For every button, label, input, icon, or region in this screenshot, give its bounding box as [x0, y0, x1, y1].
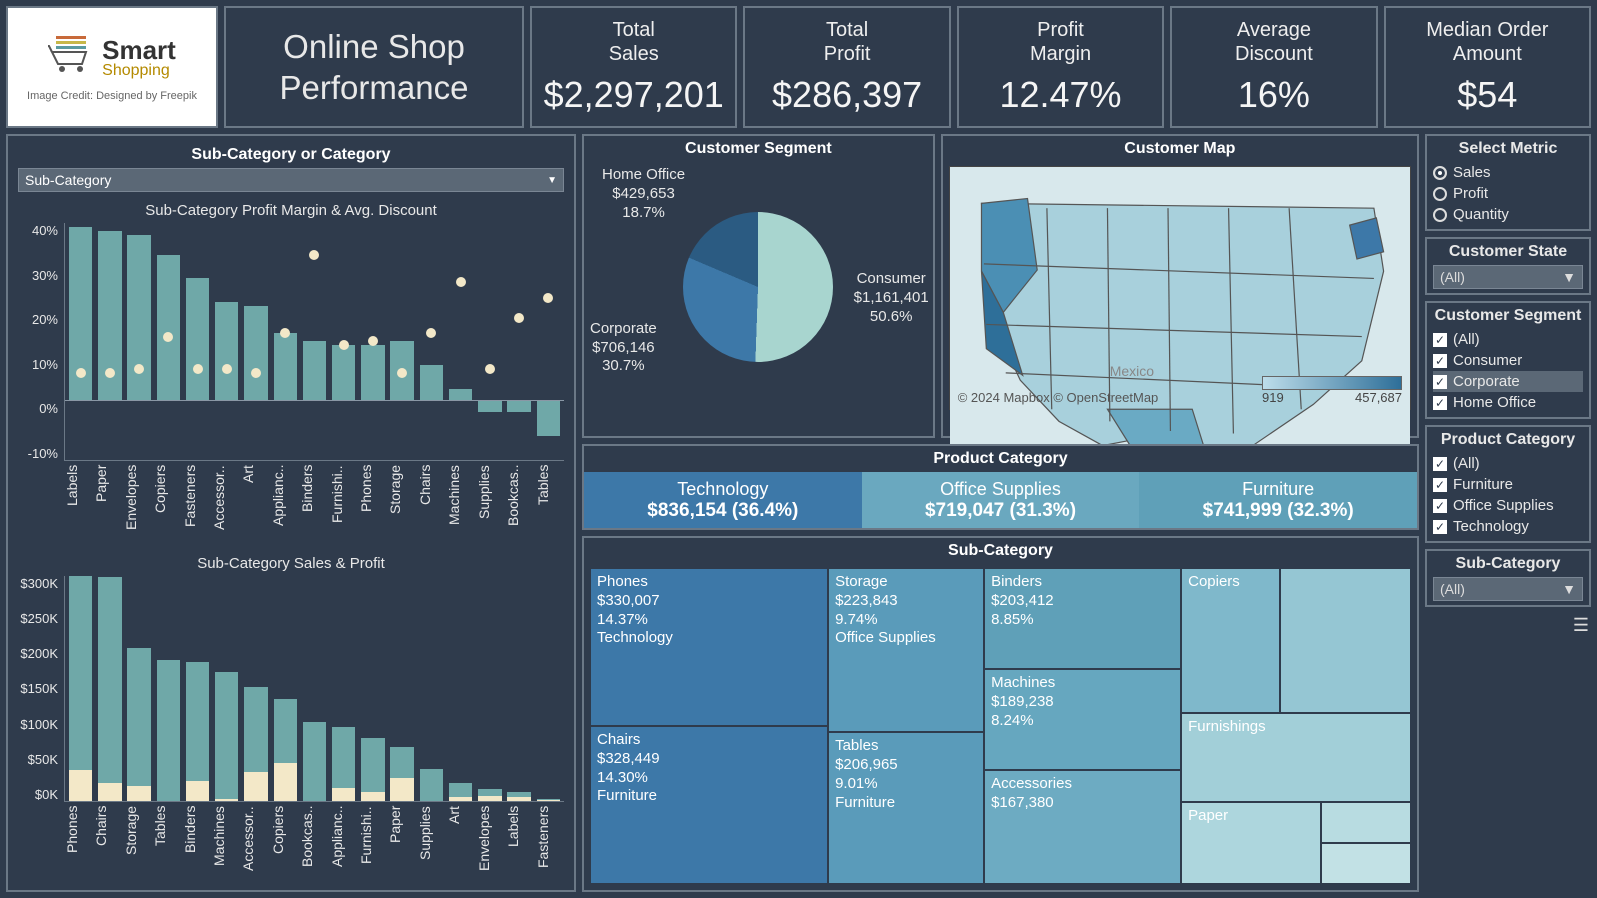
segment-option[interactable]: ✓Corporate: [1433, 371, 1583, 392]
category-option[interactable]: ✓Office Supplies: [1433, 495, 1583, 516]
subcat-treemap-panel: Sub-Category Phones$330,00714.37%Technol…: [582, 536, 1419, 892]
treemap-cell[interactable]: [1321, 843, 1411, 884]
chevron-down-icon: ▼: [547, 175, 557, 186]
treemap-cell[interactable]: Binders$203,4128.85%: [984, 568, 1181, 669]
treemap-cell[interactable]: Paper: [1181, 802, 1321, 884]
customer-map-panel: Customer Map: [941, 134, 1419, 438]
select-metric-panel: Select Metric SalesProfitQuantity: [1425, 134, 1591, 231]
prodcat-title: Product Category: [584, 446, 1417, 472]
kpi-label: Median Order Amount: [1426, 18, 1548, 66]
filter-header: Customer State: [1433, 243, 1583, 261]
kpi-value: $286,397: [772, 74, 922, 116]
kpi-value: 16%: [1238, 74, 1310, 116]
kpi-avg-discount: Average Discount 16%: [1170, 6, 1377, 128]
treemap-cell[interactable]: Chairs$328,44914.30%Furniture: [590, 726, 828, 884]
map-image[interactable]: Mexico © 2024 Mapbox © OpenStreetMap 919…: [949, 166, 1411, 410]
dashboard-title: Online Shop Performance: [226, 26, 522, 109]
logo-box: Smart Shopping Image Credit: Designed by…: [6, 6, 218, 128]
kpi-label: Total Profit: [824, 18, 871, 66]
filter-header: Select Metric: [1433, 140, 1583, 158]
pie-chart: [683, 212, 833, 362]
treemap-cell[interactable]: Tables$206,9659.01%Furniture: [828, 732, 984, 884]
metric-option[interactable]: Profit: [1433, 183, 1583, 204]
customer-segment-panel: Customer Segment Consumer $1,161,401 50.…: [582, 134, 935, 438]
brand-name-top: Smart: [102, 37, 176, 63]
dashboard-title-box: Online Shop Performance: [224, 6, 524, 128]
chart1-title: Sub-Category Profit Margin & Avg. Discou…: [18, 202, 564, 219]
customer-state-panel: Customer State (All)▼: [1425, 237, 1591, 295]
map-title: Customer Map: [943, 136, 1417, 162]
pie-label-corporate: Corporate $706,146 30.7%: [590, 320, 657, 376]
segment-option[interactable]: ✓(All): [1433, 329, 1583, 350]
chart2-title: Sub-Category Sales & Profit: [18, 555, 564, 572]
kpi-value: $2,297,201: [544, 74, 724, 116]
metric-option[interactable]: Sales: [1433, 162, 1583, 183]
customer-state-dropdown[interactable]: (All)▼: [1433, 265, 1583, 289]
pie-label-home-office: Home Office $429,653 18.7%: [602, 166, 685, 222]
filter-header: Sub-Category: [1433, 555, 1583, 573]
kpi-label: Total Sales: [609, 18, 659, 66]
chevron-down-icon: ▼: [1562, 581, 1576, 597]
hamburger-icon[interactable]: ☰: [1425, 613, 1591, 638]
tree-title: Sub-Category: [584, 538, 1417, 564]
segment-option[interactable]: ✓Consumer: [1433, 350, 1583, 371]
kpi-value: $54: [1457, 74, 1517, 116]
treemap-cell[interactable]: Machines$189,2388.24%: [984, 669, 1181, 770]
map-label-mexico: Mexico: [1110, 363, 1154, 379]
kpi-total-sales: Total Sales $2,297,201: [530, 6, 737, 128]
kpi-profit-margin: Profit Margin 12.47%: [957, 6, 1164, 128]
sales-profit-chart: $300K$250K$200K$150K$100K$50K$0K PhonesC…: [18, 576, 564, 886]
cart-icon: [48, 32, 94, 84]
treemap-cell[interactable]: Phones$330,00714.37%Technology: [590, 568, 828, 726]
map-legend: 919 457,687: [1262, 376, 1402, 405]
prodcat-cell[interactable]: Furniture$741,999 (32.3%): [1139, 472, 1417, 528]
kpi-label: Profit Margin: [1030, 18, 1091, 66]
treemap-cell[interactable]: [1280, 568, 1411, 713]
treemap-cell[interactable]: Storage$223,8439.74%Office Supplies: [828, 568, 984, 732]
product-category-panel: Product Category Technology$836,154 (36.…: [582, 444, 1419, 530]
kpi-total-profit: Total Profit $286,397: [743, 6, 950, 128]
kpi-median-order: Median Order Amount $54: [1384, 6, 1591, 128]
subcategory-filter-panel: Sub-Category (All)▼: [1425, 549, 1591, 607]
segment-option[interactable]: ✓Home Office: [1433, 392, 1583, 413]
image-credit: Image Credit: Designed by Freepik: [27, 90, 197, 102]
kpi-label: Average Discount: [1235, 18, 1313, 66]
filter-header: Customer Segment: [1433, 307, 1583, 325]
treemap-cell[interactable]: Furnishings: [1181, 713, 1411, 801]
kpi-value: 12.47%: [999, 74, 1121, 116]
treemap-cell[interactable]: Copiers: [1181, 568, 1280, 713]
treemap-cell[interactable]: [1321, 802, 1411, 843]
treemap-cell[interactable]: Accessories$167,380: [984, 770, 1181, 884]
prodcat-cell[interactable]: Office Supplies$719,047 (31.3%): [862, 472, 1140, 528]
category-option[interactable]: ✓Furniture: [1433, 474, 1583, 495]
metric-option[interactable]: Quantity: [1433, 204, 1583, 225]
product-category-filter-panel: Product Category ✓(All)✓Furniture✓Office…: [1425, 425, 1591, 543]
customer-segment-panel: Customer Segment ✓(All)✓Consumer✓Corpora…: [1425, 301, 1591, 419]
prodcat-cell[interactable]: Technology$836,154 (36.4%): [584, 472, 862, 528]
map-attribution: © 2024 Mapbox © OpenStreetMap: [958, 390, 1159, 405]
filter-header: Product Category: [1433, 431, 1583, 449]
category-option[interactable]: ✓Technology: [1433, 516, 1583, 537]
brand-name-bottom: Shopping: [102, 63, 176, 79]
category-option[interactable]: ✓(All): [1433, 453, 1583, 474]
subcat-panel-title: Sub-Category or Category: [18, 142, 564, 168]
subcat-or-category-dropdown[interactable]: Sub-Category ▼: [18, 168, 564, 192]
profit-margin-chart: 40%30%20%10%0%-10% LabelsPaperEnvelopesC…: [18, 223, 564, 545]
dropdown-value: Sub-Category: [25, 172, 111, 188]
pie-label-consumer: Consumer $1,161,401 50.6%: [854, 270, 929, 326]
subcat-panel: Sub-Category or Category Sub-Category ▼ …: [6, 134, 576, 892]
pie-title: Customer Segment: [584, 136, 933, 162]
subcategory-dropdown[interactable]: (All)▼: [1433, 577, 1583, 601]
chevron-down-icon: ▼: [1562, 269, 1576, 285]
